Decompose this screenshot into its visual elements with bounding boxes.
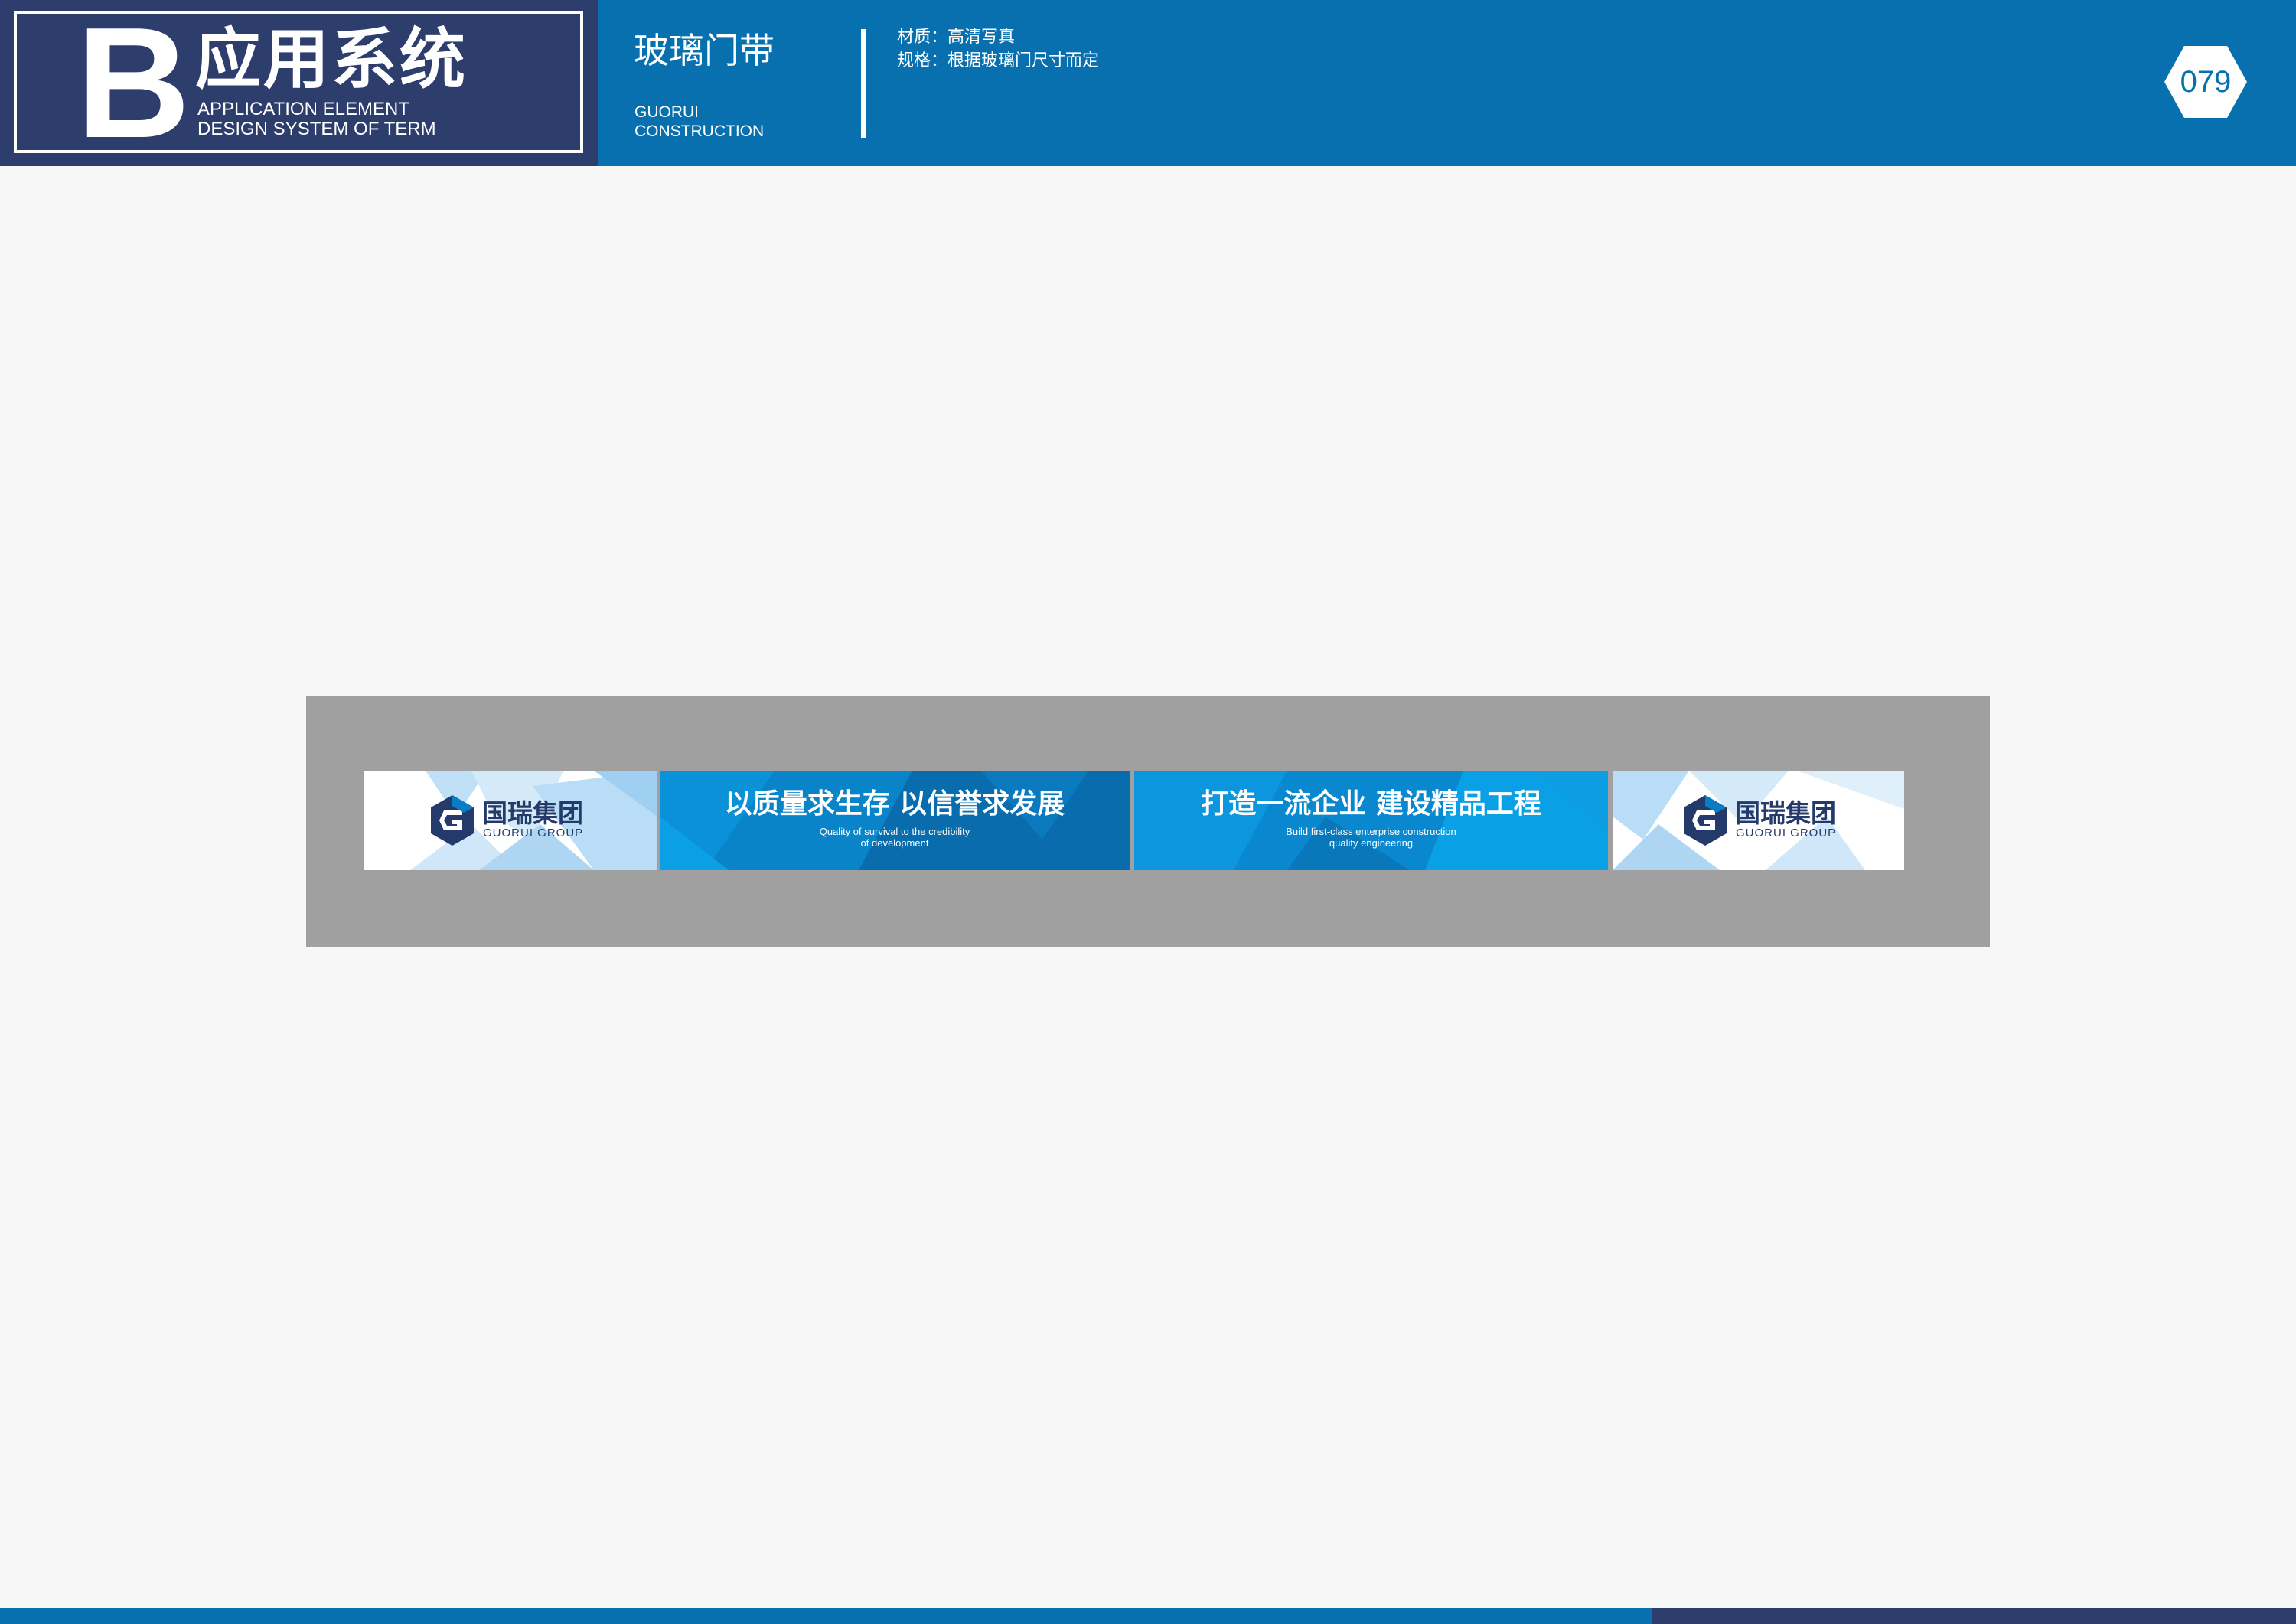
section-subtitle-line2: CONSTRUCTION bbox=[634, 122, 765, 140]
page-number: 079 bbox=[2180, 65, 2232, 99]
chapter-subtitle: APPLICATION ELEMENT DESIGN SYSTEM OF TER… bbox=[197, 99, 436, 139]
spec-block: 材质：高清写真 规格：根据玻璃门尺寸而定 bbox=[897, 25, 1099, 73]
slogan-2-english: Build first-class enterprise constructio… bbox=[1134, 826, 1608, 849]
logo-english-name: GUORUI GROUP bbox=[1736, 827, 1837, 840]
banner-slogan-panel-1: 以质量求生存 以信誉求发展 Quality of survival to the… bbox=[660, 771, 1130, 870]
slogan-1-chinese: 以质量求生存 以信誉求发展 bbox=[724, 788, 1065, 820]
logo-chinese-name: 国瑞集团 bbox=[1735, 798, 1836, 828]
size-spec-text: 规格：根据玻璃门尺寸而定 bbox=[897, 51, 1100, 70]
logo-english-name: GUORUI GROUP bbox=[483, 827, 584, 840]
guorui-g-hexagon-icon bbox=[431, 795, 474, 846]
slogan-2-english-line2: quality engineering bbox=[1329, 837, 1414, 849]
footer-accent bbox=[1652, 1608, 2296, 1624]
guorui-g-hexagon-icon bbox=[1684, 795, 1727, 846]
brand-block: B 应用系统 APPLICATION ELEMENT DESIGN SYSTEM… bbox=[0, 0, 598, 166]
slogan-1-english: Quality of survival to the credibility o… bbox=[660, 826, 1130, 849]
section-subtitle-line1: GUORUI bbox=[634, 103, 699, 121]
page-header: B 应用系统 APPLICATION ELEMENT DESIGN SYSTEM… bbox=[0, 0, 2296, 166]
material-text: 材质：高清写真 bbox=[897, 28, 1016, 47]
chapter-subtitle-line1: APPLICATION ELEMENT bbox=[197, 99, 409, 119]
slogan-1-english-line1: Quality of survival to the credibility bbox=[819, 826, 970, 837]
banner-logo-panel-left: 国瑞集团 GUORUI GROUP bbox=[364, 771, 657, 870]
chapter-title: 应用系统 bbox=[195, 21, 468, 98]
chapter-subtitle-line2: DESIGN SYSTEM OF TERM bbox=[197, 119, 436, 139]
banner-slogan-panel-2: 打造一流企业 建设精品工程 Build first-class enterpri… bbox=[1134, 771, 1608, 870]
slogan-1-english-line2: of development bbox=[860, 837, 929, 849]
page-footer-bar bbox=[0, 1608, 2296, 1624]
header-divider bbox=[861, 29, 866, 138]
page-number-badge: 079 bbox=[2163, 44, 2249, 119]
glass-door-banner: 国瑞集团 GUORUI GROUP 以质量求生存 以信誉求发展 Quality … bbox=[364, 771, 1904, 870]
banner-logo-panel-right: 国瑞集团 GUORUI GROUP bbox=[1613, 771, 1904, 870]
chapter-letter: B bbox=[77, 0, 191, 171]
slogan-2-chinese: 打造一流企业 建设精品工程 bbox=[1201, 788, 1541, 820]
section-title: 玻璃门带 bbox=[634, 30, 775, 71]
section-subtitle: GUORUI CONSTRUCTION bbox=[634, 103, 764, 141]
logo-chinese-name: 国瑞集团 bbox=[482, 798, 583, 828]
slogan-2-english-line1: Build first-class enterprise constructio… bbox=[1286, 826, 1456, 837]
